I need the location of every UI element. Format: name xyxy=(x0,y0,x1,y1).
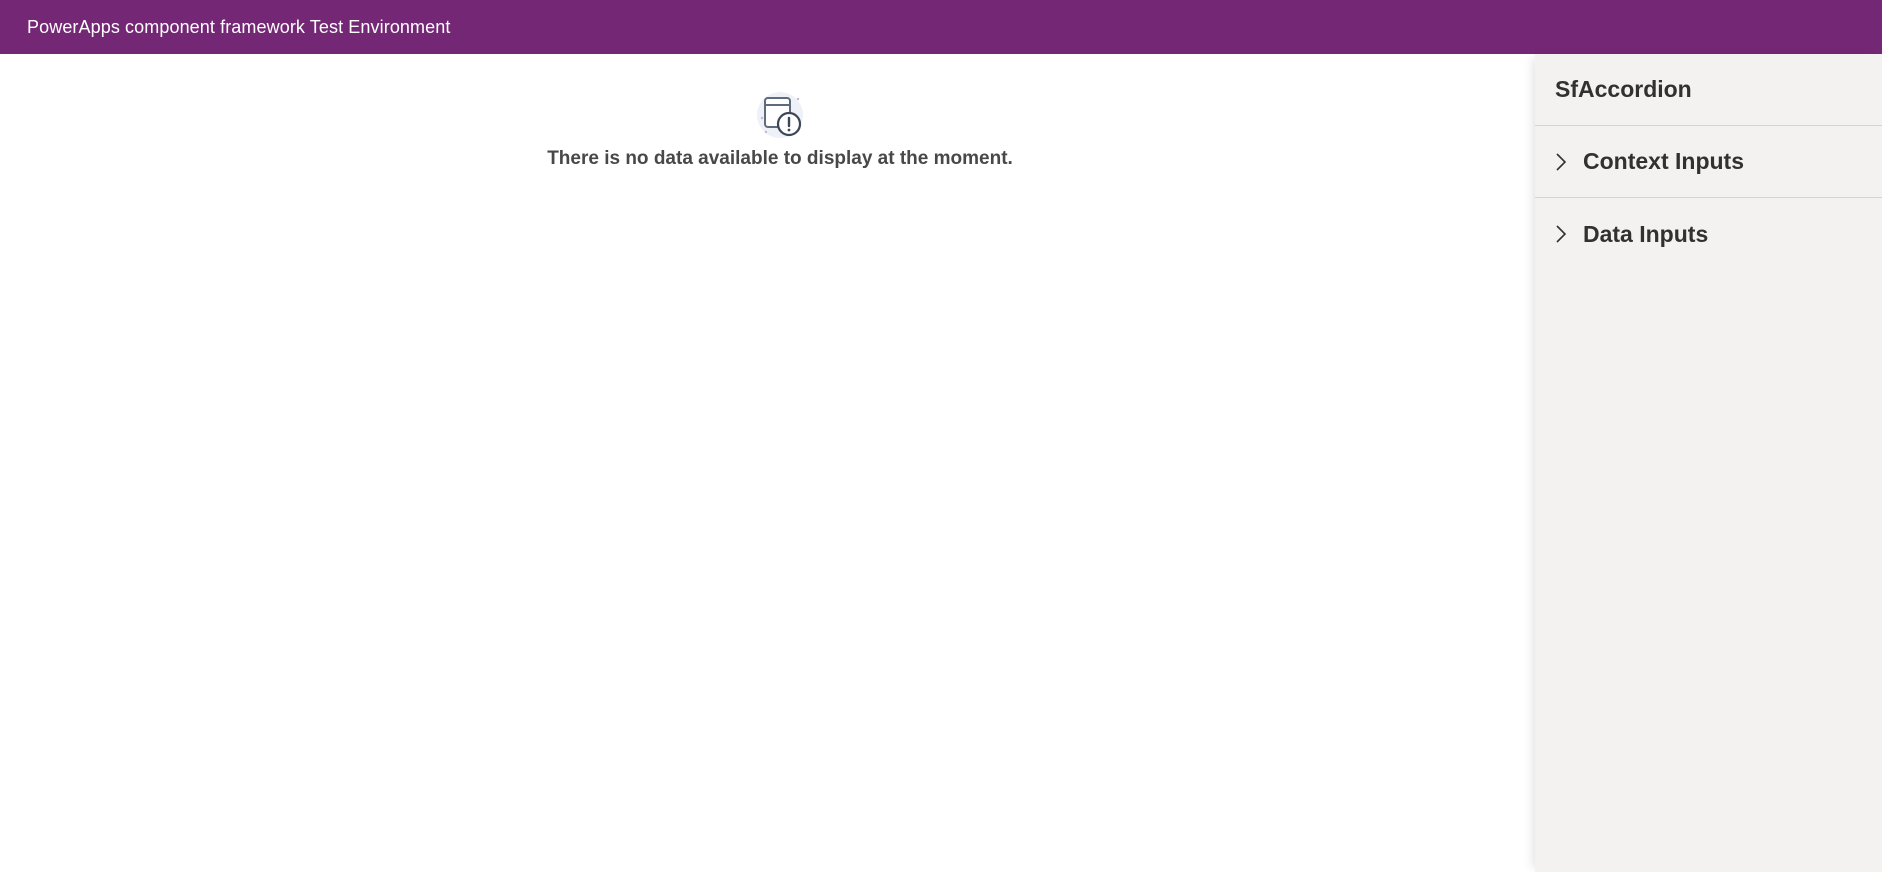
empty-state-message: There is no data available to display at… xyxy=(547,148,1013,169)
properties-panel: SfAccordion Context Inputs Data Inputs xyxy=(1535,54,1882,872)
app-root: PowerApps component framework Test Envir… xyxy=(0,0,1882,872)
context-inputs-label: Context Inputs xyxy=(1583,148,1744,174)
app-title: PowerApps component framework Test Envir… xyxy=(27,16,451,37)
data-inputs-label: Data Inputs xyxy=(1583,220,1709,247)
context-inputs-section[interactable]: Context Inputs xyxy=(1535,126,1882,198)
empty-state: There is no data available to display at… xyxy=(0,90,1560,170)
data-inputs-section[interactable]: Data Inputs xyxy=(1535,198,1882,270)
panel-title: SfAccordion xyxy=(1535,54,1882,126)
main-content: There is no data available to display at… xyxy=(0,54,1535,872)
chevron-right-icon xyxy=(1556,152,1567,171)
chevron-right-icon xyxy=(1556,225,1567,243)
top-bar: PowerApps component framework Test Envir… xyxy=(0,0,1882,54)
empty-data-warning-icon xyxy=(757,92,803,138)
